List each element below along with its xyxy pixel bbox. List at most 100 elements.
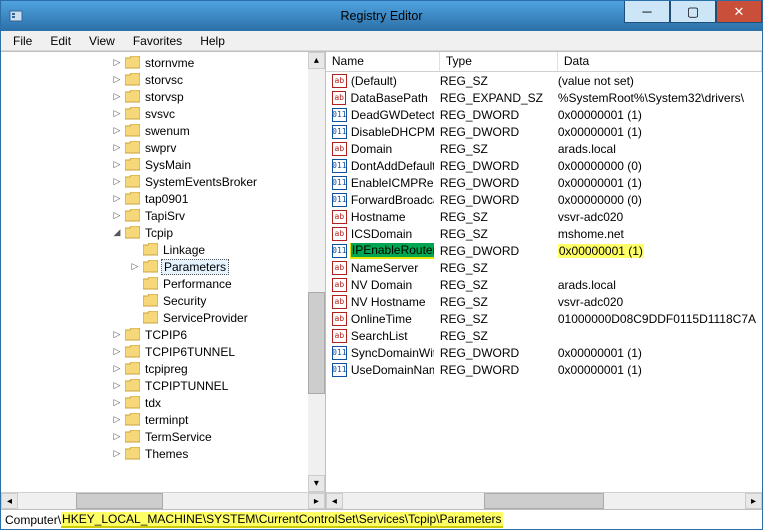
tree-item[interactable]: ▷TCPIP6 <box>1 326 325 343</box>
menu-help[interactable]: Help <box>192 32 233 50</box>
tree-item[interactable]: Security <box>1 292 325 309</box>
list-row[interactable]: 011IPEnableRouterREG_DWORD0x00000001 (1) <box>326 242 762 259</box>
tree-item[interactable]: ▷svsvc <box>1 105 325 122</box>
list-row[interactable]: abSearchListREG_SZ <box>326 327 762 344</box>
tree-hscrollbar[interactable]: ◂ ▸ <box>1 492 325 509</box>
value-name: SyncDomainWit... <box>351 346 434 360</box>
titlebar[interactable]: Registry Editor ─ ▢ ✕ <box>1 1 762 31</box>
reg-string-icon: ab <box>332 261 347 275</box>
col-header-name[interactable]: Name <box>326 52 440 71</box>
expander-closed-icon[interactable]: ▷ <box>111 329 123 341</box>
expander-closed-icon[interactable]: ▷ <box>111 346 123 358</box>
list-row[interactable]: abDataBasePathREG_EXPAND_SZ%SystemRoot%\… <box>326 89 762 106</box>
expander-closed-icon[interactable]: ▷ <box>111 176 123 188</box>
value-data: 0x00000001 (1) <box>558 176 642 190</box>
tree-item[interactable]: ▷storvsc <box>1 71 325 88</box>
expander-closed-icon[interactable]: ▷ <box>111 210 123 222</box>
expander-none <box>129 278 141 290</box>
expander-closed-icon[interactable]: ▷ <box>111 414 123 426</box>
tree-item[interactable]: ▷stornvme <box>1 54 325 71</box>
expander-closed-icon[interactable]: ▷ <box>111 108 123 120</box>
col-header-type[interactable]: Type <box>440 52 558 71</box>
list-row[interactable]: 011UseDomainNam...REG_DWORD0x00000001 (1… <box>326 361 762 378</box>
list-row[interactable]: abDomainREG_SZarads.local <box>326 140 762 157</box>
list-row[interactable]: abNameServerREG_SZ <box>326 259 762 276</box>
menu-edit[interactable]: Edit <box>42 32 79 50</box>
list-row[interactable]: 011EnableICMPRedi...REG_DWORD0x00000001 … <box>326 174 762 191</box>
tree-scroll[interactable]: ▷stornvme▷storvsc▷storvsp▷svsvc▷swenum▷s… <box>1 52 325 492</box>
list-row[interactable]: abOnlineTimeREG_SZ01000000D08C9DDF0115D1… <box>326 310 762 327</box>
tree-item[interactable]: ▷storvsp <box>1 88 325 105</box>
list-row[interactable]: ab(Default)REG_SZ(value not set) <box>326 72 762 89</box>
registry-editor-window: Registry Editor ─ ▢ ✕ File Edit View Fav… <box>0 0 763 530</box>
close-button[interactable]: ✕ <box>716 1 762 23</box>
tree-item[interactable]: ▷tdx <box>1 394 325 411</box>
tree-item-label: swenum <box>143 124 192 138</box>
expander-closed-icon[interactable]: ▷ <box>111 431 123 443</box>
tree-item[interactable]: ▷TCPIP6TUNNEL <box>1 343 325 360</box>
tree-item[interactable]: Linkage <box>1 241 325 258</box>
value-type: REG_SZ <box>434 295 552 309</box>
app-icon <box>6 6 26 26</box>
tree-item[interactable]: ▷SysMain <box>1 156 325 173</box>
expander-open-icon[interactable]: ◢ <box>111 227 123 239</box>
scroll-down-icon[interactable]: ▾ <box>308 475 325 492</box>
expander-none <box>129 295 141 307</box>
tree-item[interactable]: ▷TermService <box>1 428 325 445</box>
tree-item-label: terminpt <box>143 413 190 427</box>
menu-file[interactable]: File <box>5 32 40 50</box>
list-row[interactable]: 011DisableDHCPMe...REG_DWORD0x00000001 (… <box>326 123 762 140</box>
expander-closed-icon[interactable]: ▷ <box>111 380 123 392</box>
value-data: 0x00000000 (0) <box>558 193 642 207</box>
tree-item[interactable]: ▷SystemEventsBroker <box>1 173 325 190</box>
tree-item[interactable]: ▷swprv <box>1 139 325 156</box>
scroll-right-icon[interactable]: ▸ <box>745 493 762 509</box>
expander-closed-icon[interactable]: ▷ <box>111 91 123 103</box>
menu-view[interactable]: View <box>81 32 123 50</box>
list-hscrollbar[interactable]: ◂ ▸ <box>326 492 762 509</box>
tree-item[interactable]: ▷TCPIPTUNNEL <box>1 377 325 394</box>
scroll-left-icon[interactable]: ◂ <box>326 493 343 509</box>
minimize-button[interactable]: ─ <box>624 1 670 23</box>
expander-closed-icon[interactable]: ▷ <box>111 74 123 86</box>
list-row[interactable]: 011DeadGWDetect...REG_DWORD0x00000001 (1… <box>326 106 762 123</box>
list-row[interactable]: 011ForwardBroadca...REG_DWORD0x00000000 … <box>326 191 762 208</box>
scroll-left-icon[interactable]: ◂ <box>1 493 18 509</box>
expander-closed-icon[interactable]: ▷ <box>111 193 123 205</box>
tree-item[interactable]: Performance <box>1 275 325 292</box>
tree-item[interactable]: ServiceProvider <box>1 309 325 326</box>
value-name: NV Hostname <box>351 295 426 309</box>
tree-item[interactable]: ▷ swenum <box>1 122 325 139</box>
scroll-up-icon[interactable]: ▴ <box>308 52 325 69</box>
list-row[interactable]: 011DontAddDefault...REG_DWORD0x00000000 … <box>326 157 762 174</box>
expander-closed-icon[interactable]: ▷ <box>111 125 123 137</box>
tree-item[interactable]: ▷tcpipreg <box>1 360 325 377</box>
list-body[interactable]: ab(Default)REG_SZ(value not set)abDataBa… <box>326 72 762 492</box>
value-data: 0x00000000 (0) <box>558 159 642 173</box>
reg-binary-icon: 011 <box>332 363 347 377</box>
list-row[interactable]: abICSDomainREG_SZmshome.net <box>326 225 762 242</box>
col-header-data[interactable]: Data <box>558 52 762 71</box>
tree-item[interactable]: ▷tap0901 <box>1 190 325 207</box>
tree-item[interactable]: ▷Parameters <box>1 258 325 275</box>
tree-item[interactable]: ▷ terminpt <box>1 411 325 428</box>
expander-closed-icon[interactable]: ▷ <box>111 397 123 409</box>
tree-item[interactable]: ◢Tcpip <box>1 224 325 241</box>
folder-icon <box>125 192 140 205</box>
list-row[interactable]: 011SyncDomainWit...REG_DWORD0x00000001 (… <box>326 344 762 361</box>
maximize-button[interactable]: ▢ <box>670 1 716 23</box>
tree-vscrollbar[interactable]: ▴ ▾ <box>308 52 325 492</box>
list-row[interactable]: abHostnameREG_SZvsvr-adc020 <box>326 208 762 225</box>
tree-item[interactable]: ▷Themes <box>1 445 325 462</box>
scroll-right-icon[interactable]: ▸ <box>308 493 325 509</box>
menu-favorites[interactable]: Favorites <box>125 32 190 50</box>
expander-closed-icon[interactable]: ▷ <box>111 57 123 69</box>
expander-closed-icon[interactable]: ▷ <box>111 448 123 460</box>
expander-closed-icon[interactable]: ▷ <box>111 159 123 171</box>
list-row[interactable]: abNV DomainREG_SZarads.local <box>326 276 762 293</box>
tree-item[interactable]: ▷TapiSrv <box>1 207 325 224</box>
expander-closed-icon[interactable]: ▷ <box>111 142 123 154</box>
expander-closed-icon[interactable]: ▷ <box>129 261 141 273</box>
expander-closed-icon[interactable]: ▷ <box>111 363 123 375</box>
list-row[interactable]: abNV HostnameREG_SZvsvr-adc020 <box>326 293 762 310</box>
